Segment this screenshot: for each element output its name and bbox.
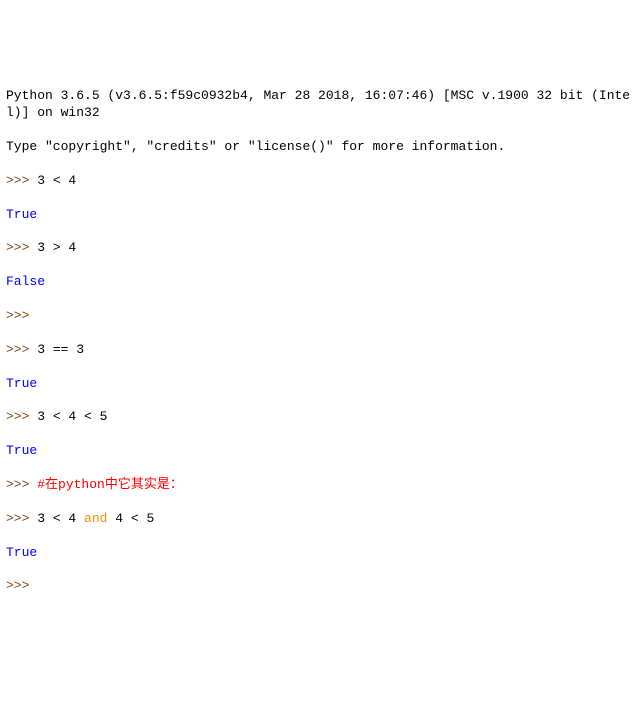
prompt: >>> <box>6 308 37 323</box>
prompt: >>> <box>6 578 37 593</box>
prompt: >>> <box>6 342 37 357</box>
code-input: 3 == 3 <box>37 342 84 357</box>
comment-text: #在python中它其实是： <box>37 477 183 492</box>
code-input: 3 < 4 <box>37 173 76 188</box>
python-version-header: Python 3.6.5 (v3.6.5:f59c0932b4, Mar 28 … <box>6 88 634 122</box>
keyword-and: and <box>84 511 107 526</box>
python-help-header: Type "copyright", "credits" or "license(… <box>6 139 634 156</box>
input-line-1: >>> 3 < 4 <box>6 173 634 190</box>
output-line-5: True <box>6 443 634 460</box>
input-line-7: >>> 3 < 4 and 4 < 5 <box>6 511 634 528</box>
output-line-1: True <box>6 207 634 224</box>
prompt: >>> <box>6 409 37 424</box>
input-line-5: >>> 3 < 4 < 5 <box>6 409 634 426</box>
output-line-7: True <box>6 545 634 562</box>
prompt: >>> <box>6 240 37 255</box>
python-shell-output: Python 3.6.5 (v3.6.5:f59c0932b4, Mar 28 … <box>6 72 634 613</box>
code-input: 3 < 4 < 5 <box>37 409 107 424</box>
prompt: >>> <box>6 477 37 492</box>
prompt: >>> <box>6 173 37 188</box>
code-input: 3 > 4 <box>37 240 76 255</box>
output-line-4: True <box>6 376 634 393</box>
input-line-2: >>> 3 > 4 <box>6 240 634 257</box>
code-input-post: 4 < 5 <box>107 511 154 526</box>
output-line-2: False <box>6 274 634 291</box>
prompt: >>> <box>6 511 37 526</box>
input-line-4: >>> 3 == 3 <box>6 342 634 359</box>
input-line-3: >>> <box>6 308 634 325</box>
input-line-6: >>> #在python中它其实是： <box>6 477 634 494</box>
code-input-pre: 3 < 4 <box>37 511 84 526</box>
final-prompt-line[interactable]: >>> <box>6 578 634 595</box>
